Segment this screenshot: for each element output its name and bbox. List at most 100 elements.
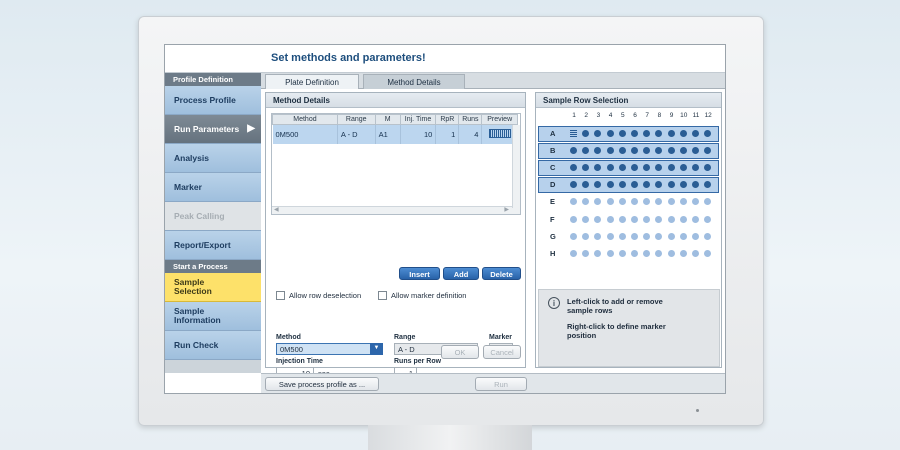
add-button[interactable]: Add xyxy=(443,267,479,280)
well[interactable] xyxy=(594,232,602,240)
well[interactable] xyxy=(606,232,614,240)
column-header[interactable]: M xyxy=(374,114,401,125)
well[interactable] xyxy=(570,232,577,240)
well[interactable] xyxy=(692,232,699,240)
well[interactable] xyxy=(618,215,626,223)
well[interactable] xyxy=(679,147,687,155)
run-button[interactable]: Run xyxy=(475,377,527,391)
table-row[interactable]: 0M500 A - D A1 10 1 4 xyxy=(272,124,518,144)
checkbox-box[interactable] xyxy=(378,291,387,300)
well[interactable] xyxy=(582,249,590,257)
well[interactable] xyxy=(667,215,675,223)
row-label[interactable]: C xyxy=(550,163,555,172)
sidebar-item-process-profile[interactable]: Process Profile xyxy=(165,86,261,115)
column-header[interactable]: Preview xyxy=(481,114,518,125)
row-label[interactable]: D xyxy=(550,180,555,189)
well[interactable] xyxy=(643,249,651,257)
well[interactable] xyxy=(655,249,663,257)
well[interactable] xyxy=(570,198,577,206)
well[interactable] xyxy=(606,181,614,189)
well[interactable] xyxy=(643,215,651,223)
sidebar-item-report-export[interactable]: Report/Export xyxy=(165,231,261,260)
well[interactable] xyxy=(692,249,699,257)
well[interactable] xyxy=(582,198,590,206)
well[interactable] xyxy=(667,181,675,189)
well[interactable] xyxy=(692,198,699,206)
well[interactable] xyxy=(667,249,675,257)
well[interactable] xyxy=(692,130,699,137)
scroll-left-icon[interactable]: ◀ xyxy=(274,206,279,213)
well[interactable] xyxy=(618,198,626,206)
well[interactable] xyxy=(631,215,638,223)
well[interactable] xyxy=(594,249,602,257)
well[interactable] xyxy=(679,215,687,223)
marker-well[interactable] xyxy=(570,130,577,137)
well[interactable] xyxy=(618,147,626,155)
well[interactable] xyxy=(704,198,712,206)
vertical-scrollbar[interactable] xyxy=(512,125,520,208)
column-header[interactable]: Range xyxy=(336,114,376,125)
well[interactable] xyxy=(679,198,687,206)
well[interactable] xyxy=(594,215,602,223)
sidebar-item-marker[interactable]: Marker xyxy=(165,173,261,202)
row-label[interactable]: H xyxy=(550,249,555,258)
well[interactable] xyxy=(679,164,687,172)
well[interactable] xyxy=(631,232,638,240)
well[interactable] xyxy=(606,147,614,155)
tab-plate-definition[interactable]: Plate Definition xyxy=(265,74,359,89)
well[interactable] xyxy=(606,164,614,172)
plate-grid[interactable]: 1 2 3 4 5 6 7 8 9 10 11 12 A B C D E F G H xyxy=(536,110,723,290)
well[interactable] xyxy=(631,198,638,206)
sidebar-item-sample-information[interactable]: Sample Information xyxy=(165,302,261,331)
well[interactable] xyxy=(704,232,712,240)
delete-button[interactable]: Delete xyxy=(482,267,521,280)
well[interactable] xyxy=(631,130,638,137)
row-label[interactable]: F xyxy=(550,215,555,224)
well[interactable] xyxy=(618,232,626,240)
well[interactable] xyxy=(618,249,626,257)
well[interactable] xyxy=(643,232,651,240)
tab-method-details[interactable]: Method Details xyxy=(363,74,465,89)
horizontal-scrollbar[interactable]: ◀ ▶ xyxy=(272,206,520,214)
sidebar-item-sample-selection[interactable]: Sample Selection xyxy=(165,273,261,302)
well[interactable] xyxy=(667,164,675,172)
save-process-profile-button[interactable]: Save process profile as ... xyxy=(265,377,379,391)
cancel-button[interactable]: Cancel xyxy=(483,345,521,359)
well[interactable] xyxy=(655,215,663,223)
well[interactable] xyxy=(679,232,687,240)
well[interactable] xyxy=(667,232,675,240)
row-label[interactable]: E xyxy=(550,197,555,206)
row-label[interactable]: G xyxy=(550,232,556,241)
chevron-down-icon[interactable]: ▼ xyxy=(370,343,383,355)
well[interactable] xyxy=(704,249,712,257)
well[interactable] xyxy=(655,232,663,240)
well[interactable] xyxy=(667,147,675,155)
well[interactable] xyxy=(679,249,687,257)
well[interactable] xyxy=(618,130,626,137)
well[interactable] xyxy=(606,130,614,137)
well[interactable] xyxy=(570,215,577,223)
well[interactable] xyxy=(582,232,590,240)
well[interactable] xyxy=(667,130,675,137)
well[interactable] xyxy=(631,249,638,257)
method-dropdown[interactable]: 0M500 ▼ xyxy=(276,343,383,355)
well[interactable] xyxy=(704,215,712,223)
well[interactable] xyxy=(606,198,614,206)
column-header[interactable]: RpR xyxy=(435,114,460,125)
well[interactable] xyxy=(679,130,687,137)
checkbox-box[interactable] xyxy=(276,291,285,300)
well[interactable] xyxy=(667,198,675,206)
column-header[interactable]: Method xyxy=(272,114,338,125)
well[interactable] xyxy=(582,215,590,223)
sidebar-item-run-parameters[interactable]: Run Parameters ▶ xyxy=(165,115,261,144)
scroll-right-icon[interactable]: ▶ xyxy=(504,206,509,213)
insert-button[interactable]: Insert xyxy=(399,267,440,280)
well[interactable] xyxy=(692,215,699,223)
well[interactable] xyxy=(606,215,614,223)
sidebar-item-run-check[interactable]: Run Check xyxy=(165,331,261,360)
well[interactable] xyxy=(618,164,626,172)
allow-marker-definition-checkbox[interactable]: Allow marker definition xyxy=(378,291,466,300)
row-label[interactable]: A xyxy=(550,129,555,138)
ok-button[interactable]: OK xyxy=(441,345,479,359)
allow-row-deselection-checkbox[interactable]: Allow row deselection xyxy=(276,291,361,300)
